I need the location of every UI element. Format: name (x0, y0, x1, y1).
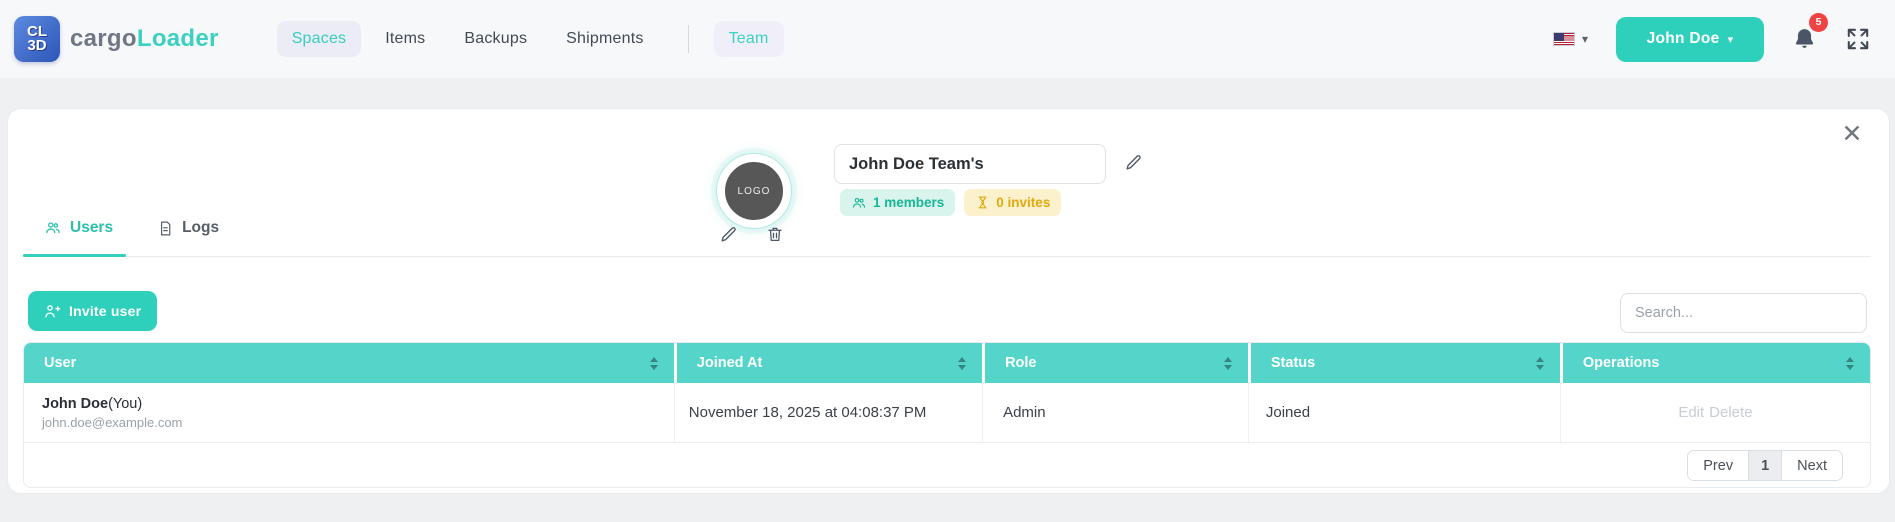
invite-user-label: Invite user (69, 303, 142, 319)
app-logo-icon: CL 3D (14, 16, 60, 62)
team-name-edit-icon[interactable] (1124, 153, 1143, 172)
person-plus-icon (45, 304, 61, 317)
cell-status: Joined (1247, 383, 1560, 442)
active-tab-underline (23, 254, 126, 257)
logo-text-bottom: 3D (27, 37, 47, 54)
table-header-row: User Joined At Role Status Operations (24, 343, 1870, 383)
us-flag-icon (1552, 32, 1575, 46)
sort-icon[interactable] (1846, 356, 1854, 370)
cell-operations: Edit Delete (1559, 383, 1870, 442)
team-tabs: Users Logs (44, 219, 219, 237)
user-menu-label: John Doe (1646, 30, 1720, 47)
team-avatar: LOGO (717, 154, 791, 228)
column-label: User (44, 355, 77, 371)
column-header-joined-at[interactable]: Joined At (673, 343, 982, 383)
user-you-suffix: (You) (108, 395, 143, 412)
brand-teal: Loader (136, 25, 219, 52)
sort-icon[interactable] (1223, 356, 1232, 370)
user-name: John Doe(You) (42, 396, 654, 412)
header-right-cluster: John Doe 5 (1552, 12, 1881, 62)
edit-avatar-icon[interactable] (719, 225, 738, 244)
chevron-down-icon (1728, 30, 1734, 48)
top-navigation-bar: CL 3D cargoLoader Spaces Items Backups S… (0, 0, 1895, 78)
team-panel: LOGO 1 members 0 invites (7, 108, 1890, 494)
column-header-operations[interactable]: Operations (1559, 343, 1870, 383)
search-input[interactable] (1620, 293, 1867, 333)
user-name-text: John Doe (42, 395, 109, 412)
sort-icon[interactable] (1535, 356, 1544, 370)
column-header-user[interactable]: User (24, 343, 674, 383)
cell-user: John Doe(You) john.doe@example.com (24, 383, 674, 442)
pagination-current-page[interactable]: 1 (1748, 451, 1782, 480)
tab-logs[interactable]: Logs (157, 219, 219, 237)
nav-item-backups[interactable]: Backups (449, 21, 542, 57)
document-icon (161, 221, 171, 235)
tabs-divider (23, 256, 1871, 257)
notification-count-badge: 5 (1809, 12, 1828, 32)
column-header-status[interactable]: Status (1247, 343, 1560, 383)
avatar-actions (719, 225, 784, 244)
nav-item-spaces[interactable]: Spaces (276, 21, 362, 57)
brand-title: cargoLoader (70, 25, 219, 53)
joined-at-value: November 18, 2025 at 04:08:37 PM (688, 404, 927, 421)
column-label: Joined At (696, 355, 763, 371)
notifications-button[interactable]: 5 (1792, 12, 1828, 53)
pagination-next-button[interactable]: Next (1781, 451, 1842, 480)
fullscreen-icon[interactable] (1845, 26, 1871, 52)
users-table: User Joined At Role Status Operations Jo… (23, 342, 1871, 488)
nav-item-team[interactable]: Team (713, 21, 784, 57)
members-badge-label: 1 members (873, 195, 945, 210)
sort-icon[interactable] (958, 356, 967, 370)
invites-badge-label: 0 invites (996, 195, 1051, 210)
invites-badge: 0 invites (964, 189, 1062, 216)
users-icon (46, 222, 60, 234)
edit-operation-link[interactable]: Edit (1678, 404, 1704, 421)
column-header-role[interactable]: Role (982, 343, 1248, 383)
users-icon (852, 197, 866, 208)
team-badges: 1 members 0 invites (840, 189, 1062, 216)
team-name-input[interactable] (834, 144, 1106, 184)
language-selector[interactable] (1552, 30, 1588, 48)
nav-item-shipments[interactable]: Shipments (551, 21, 658, 57)
close-icon[interactable] (1835, 117, 1869, 151)
column-label: Operations (1582, 355, 1660, 371)
delete-operation-link[interactable]: Delete (1709, 404, 1752, 421)
delete-avatar-icon[interactable] (766, 225, 784, 244)
chevron-down-icon (1582, 30, 1588, 48)
user-menu-button[interactable]: John Doe (1616, 16, 1764, 62)
role-value: Admin (1003, 404, 1046, 421)
user-email: john.doe@example.com (42, 414, 183, 430)
tab-users-label: Users (70, 219, 114, 236)
cell-role: Admin (982, 383, 1248, 442)
invite-user-button[interactable]: Invite user (28, 291, 158, 331)
sort-icon[interactable] (649, 356, 658, 370)
status-value: Joined (1265, 404, 1311, 421)
team-avatar-label: LOGO (737, 185, 771, 197)
pagination: Prev 1 Next (1687, 450, 1843, 481)
cell-joined-at: November 18, 2025 at 04:08:37 PM (673, 383, 982, 442)
tab-users[interactable]: Users (44, 219, 113, 237)
column-label: Role (1005, 355, 1037, 371)
tab-logs-label: Logs (182, 219, 220, 236)
column-label: Status (1270, 355, 1316, 371)
main-nav: Spaces Items Backups Shipments Team (276, 21, 784, 57)
nav-item-items[interactable]: Items (370, 21, 440, 57)
nav-divider (687, 25, 689, 53)
brand-gray: cargo (70, 25, 137, 52)
members-badge: 1 members (840, 189, 956, 216)
hourglass-icon (978, 196, 987, 209)
pagination-prev-button[interactable]: Prev (1688, 451, 1749, 480)
table-footer: Prev 1 Next (24, 443, 1870, 487)
table-row: John Doe(You) john.doe@example.com Novem… (24, 383, 1870, 443)
